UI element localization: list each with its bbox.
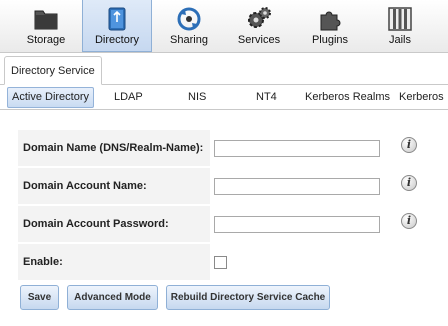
subtab-nis[interactable]: NIS <box>188 88 206 107</box>
toolbar-jails-label: Jails <box>388 34 411 46</box>
toolbar-storage[interactable]: Storage <box>10 0 82 52</box>
toolbar-sharing-label: Sharing <box>170 34 208 46</box>
toolbar-services[interactable]: Services <box>224 0 294 52</box>
plugins-puzzle-icon <box>320 11 341 31</box>
jails-icon <box>388 7 412 31</box>
toolbar-sharing[interactable]: Sharing <box>154 0 224 52</box>
advanced-mode-button[interactable]: Advanced Mode <box>67 285 158 310</box>
subtab-kerberos-realms[interactable]: Kerberos Realms <box>305 88 390 107</box>
tab-bar: Directory Service <box>0 56 448 85</box>
sharing-icon <box>177 7 201 31</box>
domain-account-name-input[interactable] <box>214 178 380 195</box>
domain-account-name-info-icon[interactable]: i <box>401 175 417 191</box>
toolbar-directory-label: Directory <box>94 34 139 46</box>
toolbar-plugins[interactable]: Plugins <box>296 0 364 52</box>
subtab-bar: Active Directory LDAP NIS NT4 Kerberos R… <box>0 85 448 110</box>
storage-icon <box>34 10 58 30</box>
subtab-nt4[interactable]: NT4 <box>256 88 277 107</box>
domain-name-info-icon[interactable]: i <box>401 137 417 153</box>
domain-account-password-input[interactable] <box>214 216 380 233</box>
rebuild-directory-service-cache-button[interactable]: Rebuild Directory Service Cache <box>166 285 330 310</box>
toolbar-storage-label: Storage <box>26 34 66 46</box>
domain-account-password-info-icon[interactable]: i <box>401 213 417 229</box>
services-gears-icon <box>248 7 271 28</box>
enable-checkbox[interactable] <box>214 256 227 269</box>
toolbar-plugins-label: Plugins <box>311 34 349 46</box>
subtab-kerberos[interactable]: Kerberos <box>399 88 444 107</box>
enable-label: Enable: <box>18 244 210 280</box>
toolbar-jails[interactable]: Jails <box>366 0 434 52</box>
subtab-ldap[interactable]: LDAP <box>114 88 143 107</box>
tab-directory-service[interactable]: Directory Service <box>4 56 102 85</box>
toolbar-services-label: Services <box>237 34 281 46</box>
domain-account-password-label: Domain Account Password: <box>18 206 210 242</box>
toolbar-directory[interactable]: Directory <box>82 0 152 52</box>
domain-account-name-label: Domain Account Name: <box>18 168 210 204</box>
domain-name-input[interactable] <box>214 140 380 157</box>
domain-name-label: Domain Name (DNS/Realm-Name): <box>18 130 210 166</box>
directory-icon <box>108 7 126 31</box>
save-button[interactable]: Save <box>20 285 59 310</box>
top-toolbar: Storage Directory Sharing Services Plugi… <box>0 0 448 53</box>
subtab-active-directory[interactable]: Active Directory <box>7 87 95 108</box>
